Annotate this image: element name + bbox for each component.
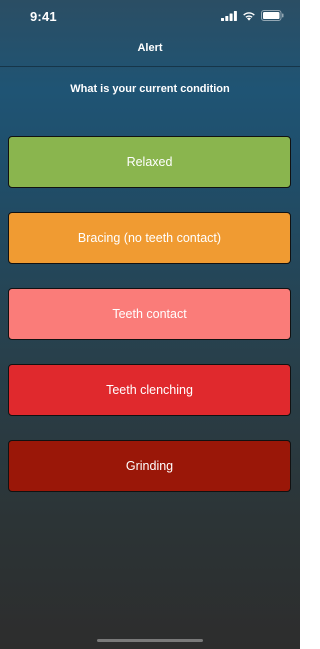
status-bar: 9:41	[0, 0, 300, 34]
status-time: 9:41	[30, 9, 57, 24]
nav-title: Alert	[137, 42, 163, 54]
option-label: Grinding	[125, 459, 174, 473]
option-label: Relaxed	[126, 155, 173, 169]
wifi-icon	[242, 8, 256, 26]
option-label: Teeth clenching	[106, 383, 193, 397]
option-label: Bracing (no teeth contact)	[77, 231, 222, 245]
option-relaxed-button[interactable]: Relaxed	[8, 136, 291, 188]
navigation-bar: Alert	[0, 34, 300, 67]
option-label: Teeth contact	[112, 307, 187, 321]
option-teeth-clenching-button[interactable]: Teeth clenching	[8, 364, 291, 416]
cellular-signal-icon	[221, 8, 237, 26]
status-icons	[216, 8, 284, 26]
option-grinding-button[interactable]: Grinding	[8, 440, 291, 492]
battery-icon	[261, 8, 284, 26]
condition-question: What is your current condition	[70, 83, 230, 95]
option-bracing-button[interactable]: Bracing (no teeth contact)	[8, 212, 291, 264]
home-indicator[interactable]	[97, 639, 203, 642]
option-teeth-contact-button[interactable]: Teeth contact	[8, 288, 291, 340]
alert-screen: 9:41 Alert What is your current conditio…	[0, 0, 300, 649]
